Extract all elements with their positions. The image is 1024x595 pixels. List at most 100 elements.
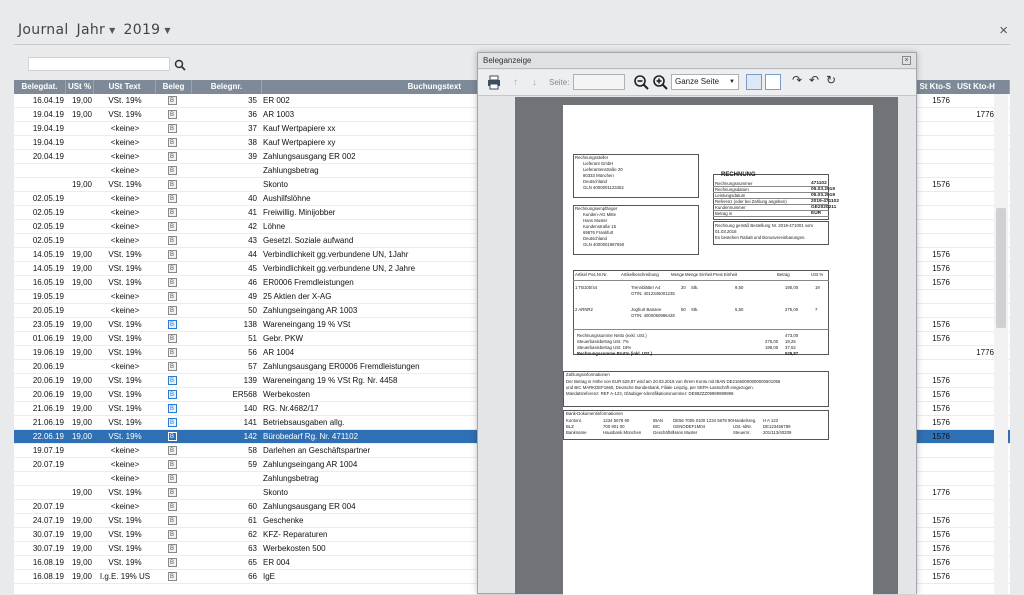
cell-beleg: B	[154, 570, 190, 583]
document-icon[interactable]: B	[167, 236, 177, 246]
document-icon[interactable]: B	[167, 96, 177, 106]
document-icon[interactable]: B	[167, 544, 177, 554]
vertical-scrollbar[interactable]	[994, 94, 1008, 594]
chevron-down-icon[interactable]: ▼	[164, 26, 170, 35]
document-icon[interactable]: B	[167, 376, 177, 386]
zoom-out-icon[interactable]	[633, 74, 649, 90]
document-icon[interactable]: B	[167, 474, 177, 484]
document-icon[interactable]: B	[167, 208, 177, 218]
search-input[interactable]	[28, 57, 170, 71]
print-icon[interactable]	[486, 74, 502, 90]
cell-beleg: B	[154, 164, 190, 177]
cell-date: 30.07.19	[32, 530, 64, 539]
bank-cell: Hausbank München	[603, 430, 642, 435]
cell-ust-kto-s: 1576	[932, 516, 950, 525]
document-icon[interactable]: B	[167, 418, 177, 428]
page-title: Journal	[18, 22, 69, 38]
cell-date: 02.05.19	[32, 194, 64, 203]
col-header-ust-kto-h[interactable]: USt Kto-H	[954, 80, 998, 94]
document-icon[interactable]: B	[167, 530, 177, 540]
period-dropdown-label[interactable]: Jahr	[77, 22, 106, 38]
year-dropdown-label[interactable]: 2019	[124, 22, 161, 38]
receiver-line: Kundenstraße 15	[583, 224, 616, 229]
cell-ust-kto-h: 1776	[976, 110, 994, 119]
receiver-line: Deutschland	[583, 236, 607, 241]
col-header-ust-text[interactable]: USt Text	[94, 80, 156, 94]
document-icon[interactable]: B	[167, 194, 177, 204]
item-price: 5,50	[735, 307, 744, 312]
document-icon[interactable]: B	[167, 446, 177, 456]
document-icon[interactable]: B	[167, 404, 177, 414]
document-icon[interactable]: B	[167, 124, 177, 134]
rotate-right-icon[interactable]: ↷	[792, 73, 802, 88]
document-icon[interactable]: B	[167, 278, 177, 288]
page-select[interactable]	[573, 74, 625, 90]
cell-belegnr: 57	[248, 362, 257, 371]
document-icon[interactable]: B	[167, 166, 177, 176]
cell-ust-kto-s: 1576	[932, 376, 950, 385]
zoom-select[interactable]: Ganze Seite ▼	[671, 74, 739, 90]
cell-ust-pct: 19,00	[71, 264, 92, 273]
bank-cell: Steuernr.	[733, 430, 751, 435]
document-icon[interactable]: B	[167, 306, 177, 316]
cell-ust-text: VSt. 19%	[108, 390, 142, 399]
document-icon[interactable]: B	[167, 292, 177, 302]
hint-line: Rechnung gemäß Bestellung Nr. 2019-47100…	[715, 223, 813, 228]
document-icon[interactable]: B	[167, 348, 177, 358]
arrow-down-icon[interactable]: ↓	[532, 75, 537, 90]
single-page-view-button[interactable]	[746, 74, 762, 90]
close-icon[interactable]: ×	[902, 56, 911, 65]
cell-ust-pct	[66, 444, 94, 457]
zoom-in-icon[interactable]	[652, 74, 668, 90]
cell-date: 20.05.19	[32, 306, 64, 315]
document-icon[interactable]: B	[167, 502, 177, 512]
item-amount: 275,00	[785, 307, 799, 312]
cell-date: 14.05.19	[32, 250, 64, 259]
cell-ust-pct: 19,00	[71, 376, 92, 385]
search-icon[interactable]	[174, 59, 186, 71]
close-icon[interactable]: ×	[999, 22, 1008, 39]
document-icon[interactable]: B	[167, 572, 177, 582]
document-icon[interactable]: B	[167, 460, 177, 470]
chevron-down-icon: ▼	[729, 79, 735, 85]
items-header: Menge	[671, 272, 685, 277]
cell-ust-text: VSt. 19%	[108, 96, 142, 105]
col-header-belegnr[interactable]: Belegnr.	[192, 80, 262, 94]
arrow-up-icon[interactable]: ↑	[513, 75, 518, 90]
hint-line: 01.03.2018	[715, 229, 737, 234]
cell-ust-text: <keine>	[110, 474, 140, 483]
document-icon[interactable]: B	[167, 152, 177, 162]
bank-cell: Hans Muster	[673, 430, 698, 435]
document-icon[interactable]: B	[167, 250, 177, 260]
document-icon[interactable]: B	[167, 390, 177, 400]
document-icon[interactable]: B	[167, 180, 177, 190]
cell-date: 20.07.19	[32, 460, 64, 469]
document-icon[interactable]: B	[167, 432, 177, 442]
document-icon[interactable]: B	[167, 264, 177, 274]
preview-scrollbar[interactable]	[898, 97, 916, 594]
document-icon[interactable]: B	[167, 488, 177, 498]
scrollbar-thumb[interactable]	[996, 208, 1006, 328]
item-gtin: GTIN: 4000050986428	[631, 313, 675, 318]
sender-caption: Rechnungssteller	[575, 155, 609, 160]
document-icon[interactable]: B	[167, 558, 177, 568]
document-icon[interactable]: B	[167, 222, 177, 232]
rotate-left-icon[interactable]: ↶	[809, 73, 819, 88]
document-icon[interactable]: B	[167, 334, 177, 344]
cell-ust-text: VSt. 19%	[108, 432, 142, 441]
rotate-icon[interactable]: ↻	[826, 73, 836, 88]
document-icon[interactable]: B	[167, 320, 177, 330]
chevron-down-icon[interactable]: ▼	[109, 26, 115, 35]
document-icon[interactable]: B	[167, 362, 177, 372]
document-icon[interactable]: B	[167, 138, 177, 148]
page-width-view-button[interactable]	[765, 74, 781, 90]
col-header-ust-kto-s[interactable]: St Kto-S	[911, 80, 953, 94]
cell-belegnr: 35	[248, 96, 257, 105]
document-icon[interactable]: B	[167, 110, 177, 120]
document-icon[interactable]: B	[167, 516, 177, 526]
document-viewport[interactable]: Rechnungssteller Lieferant GmbH Lieferante…	[515, 97, 915, 595]
col-header-date[interactable]: Belegdat.	[14, 80, 66, 94]
col-header-beleg[interactable]: Beleg	[156, 80, 192, 94]
col-header-ust-pct[interactable]: USt %	[66, 80, 94, 94]
cell-belegnr: 42	[248, 222, 257, 231]
